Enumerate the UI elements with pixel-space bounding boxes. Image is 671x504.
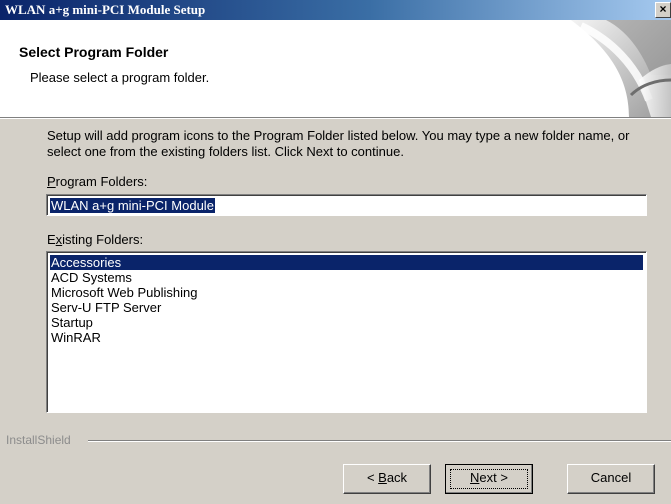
list-item[interactable]: Microsoft Web Publishing	[50, 285, 643, 300]
page-subtitle: Please select a program folder.	[30, 70, 210, 85]
list-item[interactable]: WinRAR	[50, 330, 643, 345]
list-item[interactable]: Accessories	[50, 255, 643, 270]
close-icon: ×	[659, 2, 667, 16]
list-item[interactable]: Serv-U FTP Server	[50, 300, 643, 315]
cancel-button[interactable]: Cancel	[567, 464, 655, 494]
footer-divider	[88, 440, 671, 442]
back-button[interactable]: < Back	[343, 464, 431, 494]
program-folder-value: WLAN a+g mini-PCI Module	[50, 198, 215, 213]
setup-dialog: WLAN a+g mini-PCI Module Setup × Select …	[0, 0, 671, 504]
wizard-header: Select Program Folder Please select a pr…	[0, 20, 671, 117]
existing-folders-label: Existing Folders:	[47, 232, 144, 247]
header-divider	[0, 117, 671, 119]
page-title: Select Program Folder	[19, 44, 169, 60]
installshield-brand: InstallShield	[6, 433, 71, 447]
instructions-text: Setup will add program icons to the Prog…	[47, 128, 630, 159]
window-title: WLAN a+g mini-PCI Module Setup	[5, 2, 206, 17]
list-item[interactable]: ACD Systems	[50, 270, 643, 285]
wizard-banner-graphic	[571, 20, 671, 117]
existing-folders-list[interactable]: Accessories ACD Systems Microsoft Web Pu…	[46, 251, 647, 413]
program-folders-label: Program Folders:	[47, 174, 148, 189]
list-item[interactable]: Startup	[50, 315, 643, 330]
title-bar[interactable]: WLAN a+g mini-PCI Module Setup ×	[0, 0, 671, 20]
close-button[interactable]: ×	[655, 2, 671, 18]
next-button[interactable]: Next >	[445, 464, 533, 494]
program-folder-input[interactable]: WLAN a+g mini-PCI Module	[46, 194, 647, 216]
